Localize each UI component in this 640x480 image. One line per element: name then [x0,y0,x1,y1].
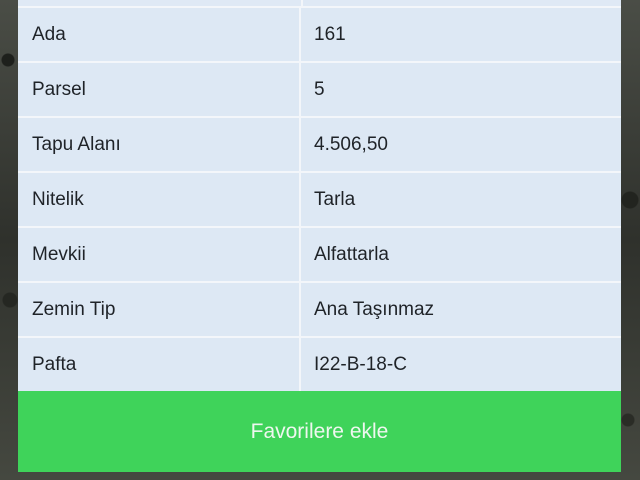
table-row-ada: Ada 161 [18,8,621,63]
previous-row-stub [18,0,621,8]
table-row-tapu-alani: Tapu Alanı 4.506,50 [18,118,621,173]
table-row-zemin-tip: Zemin Tip Ana Taşınmaz [18,283,621,338]
add-to-favorites-button[interactable]: Favorilere ekle [18,391,621,472]
row-label: Zemin Tip [18,283,301,336]
table-row-pafta: Pafta I22-B-18-C [18,338,621,393]
parcel-info-card: Ada 161 Parsel 5 Tapu Alanı 4.506,50 Nit… [18,0,621,472]
row-value: 4.506,50 [314,133,388,155]
row-label: Nitelik [18,173,301,226]
row-value: 161 [314,23,346,45]
table-row-parsel: Parsel 5 [18,63,621,118]
row-value: I22-B-18-C [314,353,407,375]
row-value: Ana Taşınmaz [314,298,435,320]
row-label: Pafta [18,338,301,391]
row-label: Mevkii [18,228,301,281]
row-label: Tapu Alanı [18,118,301,171]
row-value: Tarla [314,188,356,210]
row-label: Ada [18,8,301,61]
row-value: 5 [314,78,325,100]
table-row-nitelik: Nitelik Tarla [18,173,621,228]
row-label: Parsel [18,63,301,116]
row-value: Alfattarla [314,243,389,265]
table-row-mevkii: Mevkii Alfattarla [18,228,621,283]
